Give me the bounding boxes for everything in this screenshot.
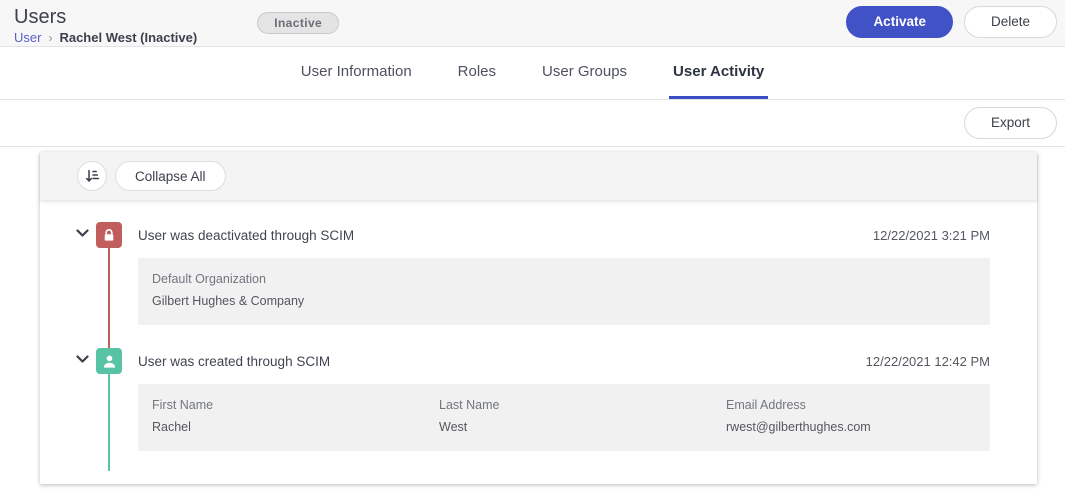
tab-label: User Information <box>300 63 412 80</box>
field-label: Default Organization <box>152 272 266 286</box>
tab-label: User Groups <box>542 63 628 80</box>
entry-details: First Name Rachel Last Name West Email A… <box>138 384 990 451</box>
lock-icon <box>96 222 122 248</box>
entry-title: User was deactivated through SCIM <box>138 227 355 243</box>
collapse-all-button[interactable]: Collapse All <box>115 161 226 191</box>
user-icon <box>96 348 122 374</box>
entry-header: User was deactivated through SCIM 12/22/… <box>138 222 990 248</box>
activity-toolbar: Collapse All <box>40 152 1037 200</box>
field-label: First Name <box>152 398 214 412</box>
chevron-down-icon[interactable] <box>76 229 89 238</box>
tab-user-activity[interactable]: User Activity <box>669 47 769 99</box>
entry-details: Default Organization Gilbert Hughes & Co… <box>138 258 990 325</box>
page-header: Users User › Rachel West (Inactive) Inac… <box>0 0 1065 47</box>
field-value: Rachel <box>152 420 191 434</box>
delete-button[interactable]: Delete <box>963 6 1057 38</box>
breadcrumb-current: Rachel West (Inactive) <box>59 30 198 45</box>
entry-header: User was created through SCIM 12/22/2021… <box>138 348 990 374</box>
field-value: Gilbert Hughes & Company <box>152 294 305 308</box>
export-row: Export <box>0 100 1065 147</box>
title-block: Users User › Rachel West (Inactive) <box>14 6 197 45</box>
status-badge: Inactive <box>257 12 340 34</box>
header-actions: Activate Delete <box>846 6 1057 38</box>
tab-label: Roles <box>457 63 497 80</box>
detail-field: Default Organization Gilbert Hughes & Co… <box>152 271 974 310</box>
detail-field: Last Name West <box>439 397 726 436</box>
detail-field: First Name Rachel <box>152 397 439 436</box>
breadcrumb-link-user[interactable]: User <box>14 30 41 45</box>
page-title: Users <box>14 6 67 28</box>
chevron-down-icon[interactable] <box>76 355 89 364</box>
tab-user-groups[interactable]: User Groups <box>538 47 631 99</box>
user-activity-card: Collapse All User was deactivated throug… <box>40 152 1037 484</box>
activity-timeline: User was deactivated through SCIM 12/22/… <box>40 200 1037 471</box>
entry-timestamp: 12/22/2021 3:21 PM <box>872 227 990 243</box>
sort-amount-icon <box>84 168 100 184</box>
entry-timestamp: 12/22/2021 12:42 PM <box>865 353 990 369</box>
breadcrumb-separator-icon: › <box>48 30 53 45</box>
timeline-connector <box>108 374 110 471</box>
field-label: Email Address <box>726 398 806 412</box>
breadcrumb: User › Rachel West (Inactive) <box>14 30 197 45</box>
field-label: Last Name <box>439 398 500 412</box>
entry-title: User was created through SCIM <box>138 353 331 369</box>
timeline-connector <box>108 248 110 348</box>
activate-button[interactable]: Activate <box>846 6 953 38</box>
field-value: West <box>439 420 468 434</box>
export-button[interactable]: Export <box>963 107 1057 139</box>
tab-bar: User Information Roles User Groups User … <box>0 47 1065 100</box>
sort-order-button[interactable] <box>77 161 107 191</box>
tab-roles[interactable]: Roles <box>454 47 500 99</box>
field-value: rwest@gilberthughes.com <box>726 420 871 434</box>
tab-user-information[interactable]: User Information <box>297 47 416 99</box>
activity-entry: User was deactivated through SCIM 12/22/… <box>40 222 1037 348</box>
detail-field: Email Address rwest@gilberthughes.com <box>726 397 974 436</box>
activity-entry: User was created through SCIM 12/22/2021… <box>40 348 1037 471</box>
tab-label: User Activity <box>673 63 765 80</box>
